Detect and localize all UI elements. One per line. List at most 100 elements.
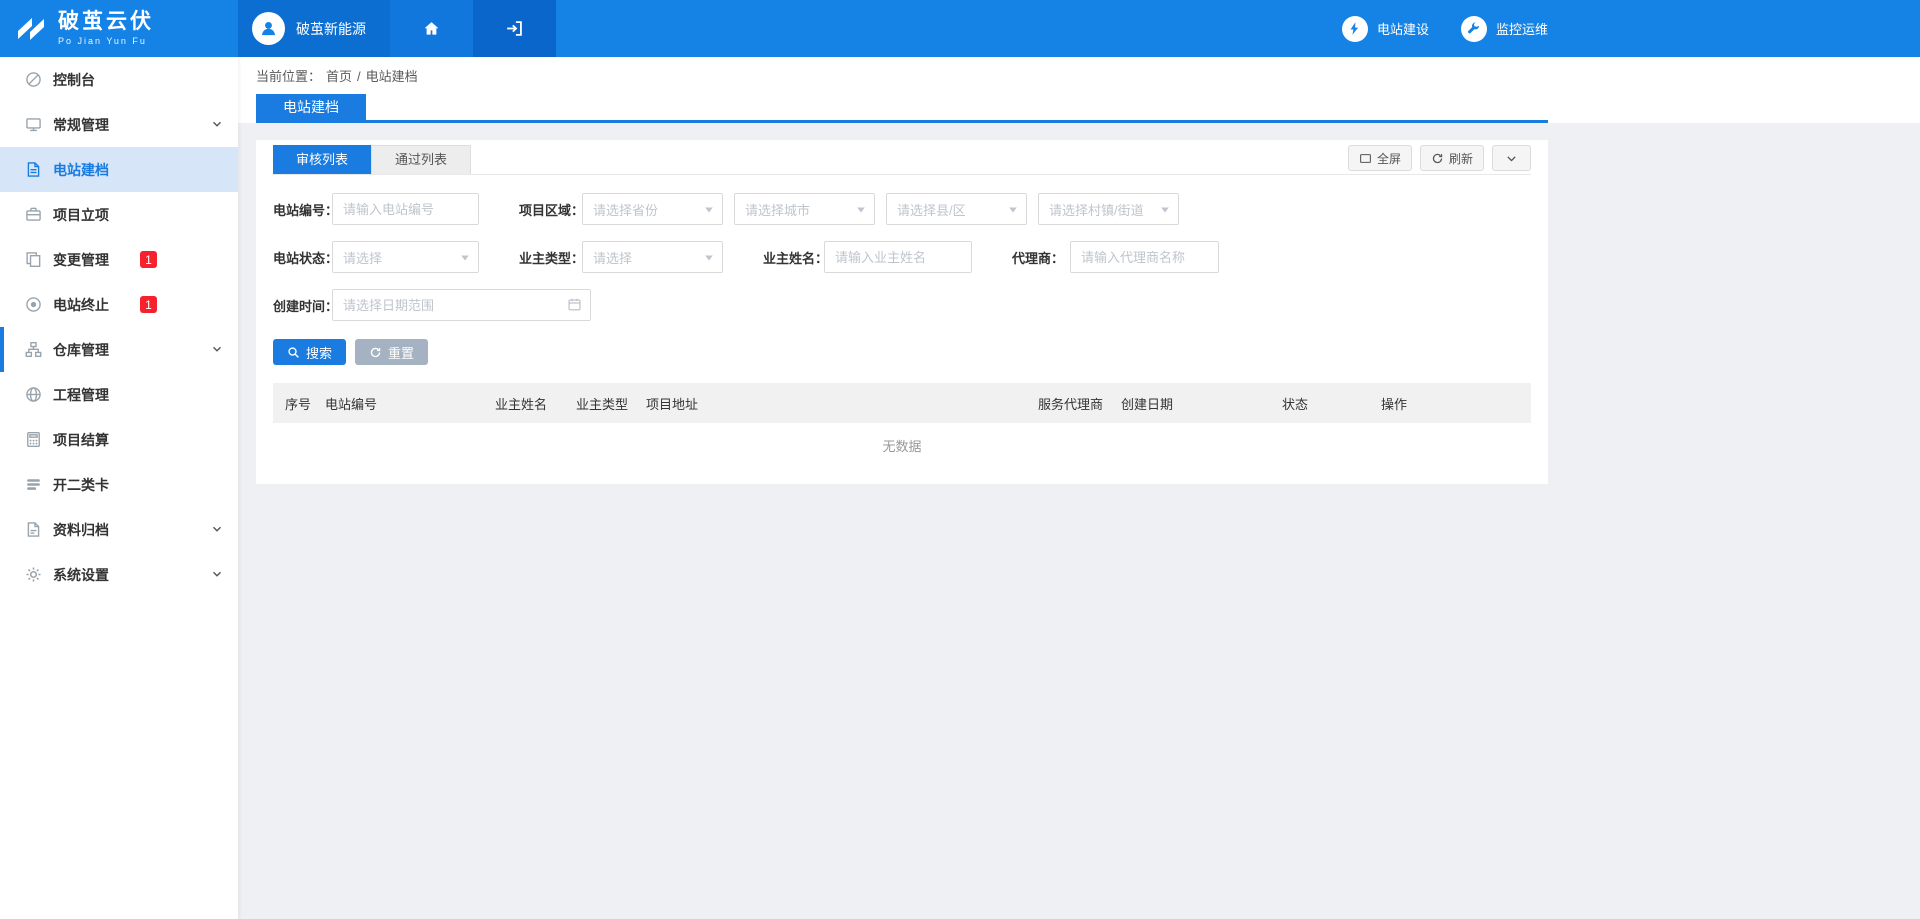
home-icon xyxy=(422,19,441,38)
sidebar-item-console[interactable]: 控制台 xyxy=(0,57,238,102)
station-termination-badge: 1 xyxy=(140,296,157,313)
col-owner-type: 业主类型 xyxy=(576,394,646,413)
fullscreen-icon xyxy=(1359,152,1372,165)
refresh-label: 刷新 xyxy=(1449,150,1473,167)
app-header: 破茧云伏 Po Jian Yun Fu 破茧新能源 xyxy=(0,0,1920,57)
breadcrumb: 当前位置： 首页 / 电站建档 xyxy=(256,57,1902,85)
sidebar-item-station-archive[interactable]: 电站建档 xyxy=(0,147,238,192)
collapse-button[interactable] xyxy=(1492,145,1531,171)
home-button[interactable] xyxy=(390,0,473,57)
search-icon xyxy=(287,346,300,359)
page-tab-row: 电站建档 xyxy=(256,94,1548,123)
refresh-icon xyxy=(1431,152,1444,165)
breadcrumb-separator: / xyxy=(357,69,361,85)
reset-icon xyxy=(369,346,382,359)
sidebar-item-label: 电站建档 xyxy=(53,160,109,180)
sidebar-item-engineering-management[interactable]: 工程管理 xyxy=(0,372,238,417)
nav-monitoring-ops-label: 监控运维 xyxy=(1496,19,1548,38)
village-select[interactable]: 请选择村镇/街道 xyxy=(1038,193,1179,225)
briefcase-icon xyxy=(25,206,42,223)
topbar: 当前位置： 首页 / 电站建档 电站建档 xyxy=(238,57,1920,123)
logout-button[interactable] xyxy=(473,0,556,57)
sidebar-item-project-settlement[interactable]: 项目结算 xyxy=(0,417,238,462)
caret-down-icon xyxy=(460,254,470,262)
sidebar-item-project-initiation[interactable]: 项目立项 xyxy=(0,192,238,237)
reset-button-label: 重置 xyxy=(388,343,414,362)
col-created-date: 创建日期 xyxy=(1121,394,1282,413)
sidebar-item-label: 仓库管理 xyxy=(53,340,109,360)
station-status-select[interactable]: 请选择 xyxy=(332,241,479,273)
sidebar-item-label: 资料归档 xyxy=(53,520,109,540)
owner-type-placeholder: 请选择 xyxy=(593,248,632,267)
page-tab-station-archive[interactable]: 电站建档 xyxy=(256,94,366,120)
dashboard-icon xyxy=(25,71,42,88)
sidebar-item-general-management[interactable]: 常规管理 xyxy=(0,102,238,147)
owner-name-input[interactable] xyxy=(824,241,972,273)
sidebar-item-station-termination[interactable]: 电站终止 1 xyxy=(0,282,238,327)
caret-down-icon xyxy=(704,206,714,214)
owner-name-label: 业主姓名： xyxy=(763,248,824,267)
main-area: 当前位置： 首页 / 电站建档 电站建档 审核列表 通过列表 全屏 xyxy=(238,57,1920,919)
agent-input[interactable] xyxy=(1070,241,1219,273)
tab-passed-list[interactable]: 通过列表 xyxy=(371,145,471,174)
province-select[interactable]: 请选择省份 xyxy=(582,193,723,225)
province-select-placeholder: 请选择省份 xyxy=(593,200,658,219)
logo-icon xyxy=(14,14,48,44)
sidebar-item-label: 控制台 xyxy=(53,70,95,90)
station-no-input[interactable] xyxy=(332,193,479,225)
breadcrumb-current: 电站建档 xyxy=(366,69,418,85)
reset-button[interactable]: 重置 xyxy=(355,339,428,365)
card-tab-bar: 审核列表 通过列表 全屏 刷新 xyxy=(273,145,1531,175)
region-label: 项目区域： xyxy=(519,200,582,219)
main-card: 审核列表 通过列表 全屏 刷新 xyxy=(256,140,1548,484)
search-button-label: 搜索 xyxy=(306,343,332,362)
sidebar-item-system-settings[interactable]: 系统设置 xyxy=(0,552,238,597)
chevron-down-icon xyxy=(210,522,224,536)
sidebar-item-card-opening[interactable]: 开二类卡 xyxy=(0,462,238,507)
breadcrumb-home-link[interactable]: 首页 xyxy=(326,69,352,85)
search-button[interactable]: 搜索 xyxy=(273,339,346,365)
city-select-placeholder: 请选择城市 xyxy=(745,200,810,219)
date-range-input[interactable] xyxy=(332,289,591,321)
station-no-label: 电站编号： xyxy=(273,200,332,219)
filter-actions: 搜索 重置 xyxy=(273,339,1531,365)
city-select[interactable]: 请选择城市 xyxy=(734,193,875,225)
app-logo: 破茧云伏 Po Jian Yun Fu xyxy=(0,0,238,57)
avatar-icon xyxy=(252,12,285,45)
refresh-button[interactable]: 刷新 xyxy=(1420,145,1484,171)
sidebar-item-label: 工程管理 xyxy=(53,385,109,405)
sidebar-item-label: 项目立项 xyxy=(53,205,109,225)
caret-down-icon xyxy=(1008,206,1018,214)
county-select[interactable]: 请选择县/区 xyxy=(886,193,1027,225)
nav-monitoring-ops[interactable]: 监控运维 xyxy=(1461,16,1548,42)
lightning-icon xyxy=(1342,16,1368,42)
fullscreen-label: 全屏 xyxy=(1377,150,1401,167)
created-time-label: 创建时间： xyxy=(273,296,332,315)
fullscreen-button[interactable]: 全屏 xyxy=(1348,145,1412,171)
document-icon xyxy=(25,161,42,178)
station-status-label: 电站状态： xyxy=(273,248,332,267)
user-menu[interactable]: 破茧新能源 xyxy=(238,0,390,57)
chevron-down-icon xyxy=(210,567,224,581)
owner-type-select[interactable]: 请选择 xyxy=(582,241,723,273)
col-index: 序号 xyxy=(285,394,325,413)
change-management-badge: 1 xyxy=(140,251,157,268)
nav-station-construction[interactable]: 电站建设 xyxy=(1342,16,1429,42)
date-range-picker[interactable] xyxy=(332,289,591,321)
sidebar-item-warehouse-management[interactable]: 仓库管理 xyxy=(0,327,238,372)
caret-down-icon xyxy=(1160,206,1170,214)
sidebar-item-data-archive[interactable]: 资料归档 xyxy=(0,507,238,552)
chevron-down-icon xyxy=(210,117,224,131)
nav-station-construction-label: 电站建设 xyxy=(1377,19,1429,38)
col-project-address: 项目地址 xyxy=(646,394,1038,413)
sidebar-item-change-management[interactable]: 变更管理 1 xyxy=(0,237,238,282)
wrench-icon xyxy=(1461,16,1487,42)
tab-review-list[interactable]: 审核列表 xyxy=(273,145,371,174)
village-select-placeholder: 请选择村镇/街道 xyxy=(1049,200,1144,219)
sidebar-item-label: 常规管理 xyxy=(53,115,109,135)
breadcrumb-prefix: 当前位置： xyxy=(256,69,321,85)
calendar-icon xyxy=(567,297,582,312)
chevron-down-icon xyxy=(1505,152,1518,165)
county-select-placeholder: 请选择县/区 xyxy=(897,200,966,219)
sidebar-item-label: 项目结算 xyxy=(53,430,109,450)
